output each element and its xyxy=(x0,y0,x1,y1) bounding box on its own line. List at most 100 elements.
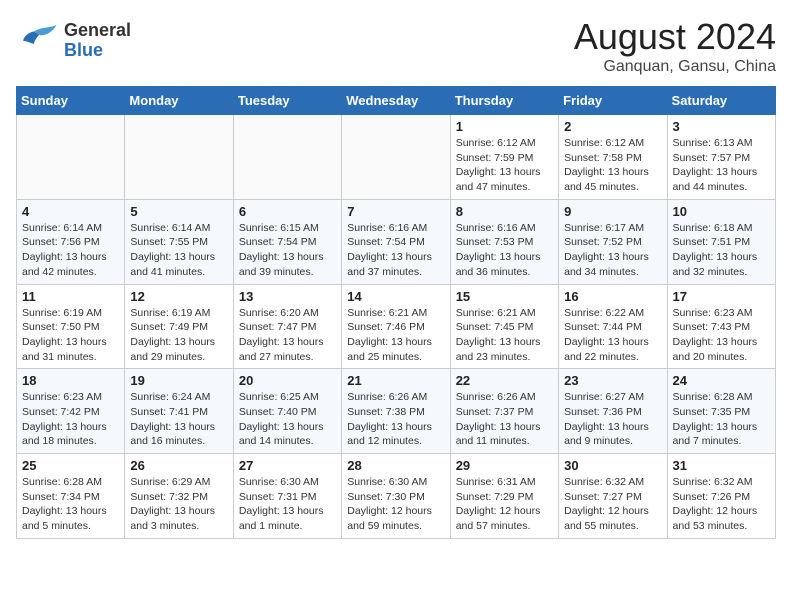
calendar-header: SundayMondayTuesdayWednesdayThursdayFrid… xyxy=(17,87,776,115)
day-number: 2 xyxy=(564,119,661,134)
day-number: 6 xyxy=(239,204,336,219)
weekday-row: SundayMondayTuesdayWednesdayThursdayFrid… xyxy=(17,87,776,115)
day-number: 7 xyxy=(347,204,444,219)
calendar-week-4: 18 Sunrise: 6:23 AM Sunset: 7:42 PM Dayli… xyxy=(17,369,776,454)
calendar-cell: 5 Sunrise: 6:14 AM Sunset: 7:55 PM Daylig… xyxy=(125,199,233,284)
weekday-header-wednesday: Wednesday xyxy=(342,87,450,115)
day-number: 29 xyxy=(456,458,553,473)
day-info: Sunrise: 6:26 AM Sunset: 7:38 PM Dayligh… xyxy=(347,390,444,449)
calendar-cell: 23Sunrise: 6:27 AM Sunset: 7:36 PM Dayli… xyxy=(559,369,667,454)
logo-text: General Blue xyxy=(64,21,131,61)
day-info: Sunrise: 6:20 AM Sunset: 7:47 PM Dayligh… xyxy=(239,306,336,365)
calendar-cell: 30 Sunrise: 6:32 AM Sunset: 7:27 PM Dayli… xyxy=(559,454,667,539)
calendar-cell: 9Sunrise: 6:17 AM Sunset: 7:52 PM Daylig… xyxy=(559,199,667,284)
day-number: 14 xyxy=(347,289,444,304)
day-number: 19 xyxy=(130,373,227,388)
weekday-header-friday: Friday xyxy=(559,87,667,115)
day-info: Sunrise: 6:26 AM Sunset: 7:37 PM Dayligh… xyxy=(456,390,553,449)
weekday-header-saturday: Saturday xyxy=(667,87,775,115)
day-info: Sunrise: 6:19 AM Sunset: 7:49 PM Dayligh… xyxy=(130,306,227,365)
calendar-week-1: 1Sunrise: 6:12 AM Sunset: 7:59 PM Daylig… xyxy=(17,115,776,200)
calendar-cell: 4 Sunrise: 6:14 AM Sunset: 7:56 PM Daylig… xyxy=(17,199,125,284)
calendar-cell: 25Sunrise: 6:28 AM Sunset: 7:34 PM Dayli… xyxy=(17,454,125,539)
day-info: Sunrise: 6:32 AM Sunset: 7:27 PM Dayligh… xyxy=(564,475,661,534)
day-info: Sunrise: 6:23 AM Sunset: 7:42 PM Dayligh… xyxy=(22,390,119,449)
page-header: General Blue August 2024 Ganquan, Gansu,… xyxy=(16,16,776,76)
day-number: 20 xyxy=(239,373,336,388)
day-info: Sunrise: 6:28 AM Sunset: 7:34 PM Dayligh… xyxy=(22,475,119,534)
day-number: 4 xyxy=(22,204,119,219)
day-number: 12 xyxy=(130,289,227,304)
day-info: Sunrise: 6:19 AM Sunset: 7:50 PM Dayligh… xyxy=(22,306,119,365)
day-info: Sunrise: 6:30 AM Sunset: 7:31 PM Dayligh… xyxy=(239,475,336,534)
day-number: 8 xyxy=(456,204,553,219)
calendar-cell: 31 Sunrise: 6:32 AM Sunset: 7:26 PM Dayli… xyxy=(667,454,775,539)
calendar-cell: 11 Sunrise: 6:19 AM Sunset: 7:50 PM Dayli… xyxy=(17,284,125,369)
calendar-cell: 28 Sunrise: 6:30 AM Sunset: 7:30 PM Dayli… xyxy=(342,454,450,539)
weekday-header-thursday: Thursday xyxy=(450,87,558,115)
day-number: 17 xyxy=(673,289,770,304)
day-info: Sunrise: 6:21 AM Sunset: 7:45 PM Dayligh… xyxy=(456,306,553,365)
calendar-cell: 10Sunrise: 6:18 AM Sunset: 7:51 PM Dayli… xyxy=(667,199,775,284)
calendar-cell: 29Sunrise: 6:31 AM Sunset: 7:29 PM Dayli… xyxy=(450,454,558,539)
calendar-cell: 7 Sunrise: 6:16 AM Sunset: 7:54 PM Daylig… xyxy=(342,199,450,284)
calendar-cell: 19 Sunrise: 6:24 AM Sunset: 7:41 PM Dayli… xyxy=(125,369,233,454)
calendar-cell: 18 Sunrise: 6:23 AM Sunset: 7:42 PM Dayli… xyxy=(17,369,125,454)
day-info: Sunrise: 6:21 AM Sunset: 7:46 PM Dayligh… xyxy=(347,306,444,365)
calendar-cell xyxy=(342,115,450,200)
day-info: Sunrise: 6:12 AM Sunset: 7:58 PM Dayligh… xyxy=(564,136,661,195)
day-number: 5 xyxy=(130,204,227,219)
logo-icon xyxy=(16,16,60,65)
day-info: Sunrise: 6:14 AM Sunset: 7:56 PM Dayligh… xyxy=(22,221,119,280)
day-info: Sunrise: 6:13 AM Sunset: 7:57 PM Dayligh… xyxy=(673,136,770,195)
day-number: 3 xyxy=(673,119,770,134)
weekday-header-tuesday: Tuesday xyxy=(233,87,341,115)
calendar-cell: 20 Sunrise: 6:25 AM Sunset: 7:40 PM Dayli… xyxy=(233,369,341,454)
day-number: 11 xyxy=(22,289,119,304)
calendar-cell: 8 Sunrise: 6:16 AM Sunset: 7:53 PM Daylig… xyxy=(450,199,558,284)
calendar-table: SundayMondayTuesdayWednesdayThursdayFrid… xyxy=(16,86,776,539)
day-number: 18 xyxy=(22,373,119,388)
day-number: 26 xyxy=(130,458,227,473)
calendar-cell: 22Sunrise: 6:26 AM Sunset: 7:37 PM Dayli… xyxy=(450,369,558,454)
calendar-body: 1Sunrise: 6:12 AM Sunset: 7:59 PM Daylig… xyxy=(17,115,776,539)
weekday-header-monday: Monday xyxy=(125,87,233,115)
calendar-cell: 26Sunrise: 6:29 AM Sunset: 7:32 PM Dayli… xyxy=(125,454,233,539)
day-number: 28 xyxy=(347,458,444,473)
day-info: Sunrise: 6:15 AM Sunset: 7:54 PM Dayligh… xyxy=(239,221,336,280)
day-info: Sunrise: 6:32 AM Sunset: 7:26 PM Dayligh… xyxy=(673,475,770,534)
calendar-week-3: 11 Sunrise: 6:19 AM Sunset: 7:50 PM Dayli… xyxy=(17,284,776,369)
calendar-cell: 27Sunrise: 6:30 AM Sunset: 7:31 PM Dayli… xyxy=(233,454,341,539)
day-number: 23 xyxy=(564,373,661,388)
day-info: Sunrise: 6:16 AM Sunset: 7:54 PM Dayligh… xyxy=(347,221,444,280)
calendar-cell: 3 Sunrise: 6:13 AM Sunset: 7:57 PM Daylig… xyxy=(667,115,775,200)
calendar-cell: 14 Sunrise: 6:21 AM Sunset: 7:46 PM Dayli… xyxy=(342,284,450,369)
calendar-cell: 16 Sunrise: 6:22 AM Sunset: 7:44 PM Dayli… xyxy=(559,284,667,369)
day-info: Sunrise: 6:24 AM Sunset: 7:41 PM Dayligh… xyxy=(130,390,227,449)
day-info: Sunrise: 6:17 AM Sunset: 7:52 PM Dayligh… xyxy=(564,221,661,280)
logo-blue: Blue xyxy=(64,41,131,61)
day-number: 31 xyxy=(673,458,770,473)
day-number: 1 xyxy=(456,119,553,134)
calendar-cell xyxy=(233,115,341,200)
day-info: Sunrise: 6:30 AM Sunset: 7:30 PM Dayligh… xyxy=(347,475,444,534)
day-number: 24 xyxy=(673,373,770,388)
day-info: Sunrise: 6:28 AM Sunset: 7:35 PM Dayligh… xyxy=(673,390,770,449)
calendar-week-2: 4 Sunrise: 6:14 AM Sunset: 7:56 PM Daylig… xyxy=(17,199,776,284)
day-number: 16 xyxy=(564,289,661,304)
calendar-cell: 12 Sunrise: 6:19 AM Sunset: 7:49 PM Dayli… xyxy=(125,284,233,369)
day-info: Sunrise: 6:14 AM Sunset: 7:55 PM Dayligh… xyxy=(130,221,227,280)
calendar-cell: 6 Sunrise: 6:15 AM Sunset: 7:54 PM Daylig… xyxy=(233,199,341,284)
calendar-subtitle: Ganquan, Gansu, China xyxy=(574,58,776,76)
calendar-week-5: 25Sunrise: 6:28 AM Sunset: 7:34 PM Dayli… xyxy=(17,454,776,539)
day-number: 21 xyxy=(347,373,444,388)
day-number: 10 xyxy=(673,204,770,219)
day-info: Sunrise: 6:22 AM Sunset: 7:44 PM Dayligh… xyxy=(564,306,661,365)
calendar-cell: 24 Sunrise: 6:28 AM Sunset: 7:35 PM Dayli… xyxy=(667,369,775,454)
calendar-cell xyxy=(125,115,233,200)
day-info: Sunrise: 6:16 AM Sunset: 7:53 PM Dayligh… xyxy=(456,221,553,280)
calendar-cell: 2 Sunrise: 6:12 AM Sunset: 7:58 PM Daylig… xyxy=(559,115,667,200)
day-number: 15 xyxy=(456,289,553,304)
day-number: 30 xyxy=(564,458,661,473)
day-info: Sunrise: 6:25 AM Sunset: 7:40 PM Dayligh… xyxy=(239,390,336,449)
